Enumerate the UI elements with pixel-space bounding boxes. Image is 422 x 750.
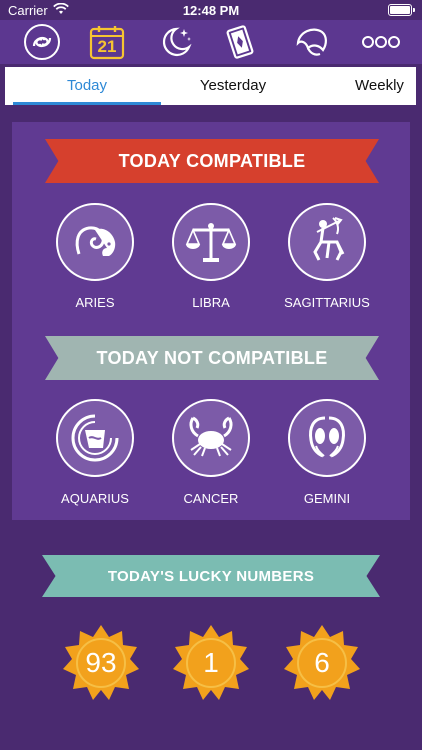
lucky-numbers-ribbon: TODAY'S LUCKY NUMBERS [42, 555, 380, 597]
sign-label: GEMINI [303, 491, 351, 506]
sign-gemini[interactable]: GEMINI [287, 399, 367, 506]
libra-icon [172, 203, 250, 281]
calendar-day: 21 [97, 37, 117, 56]
compatible-ribbon: TODAY COMPATIBLE [45, 139, 379, 183]
compatible-title: TODAY COMPATIBLE [118, 150, 306, 171]
more-button[interactable] [360, 22, 402, 62]
lucky-number-badge: 6 [282, 623, 362, 703]
tab-today[interactable]: Today [13, 67, 161, 105]
sign-aries[interactable]: ARIES [55, 203, 135, 310]
not-compatible-title: TODAY NOT COMPATIBLE [96, 347, 328, 368]
more-icon [361, 35, 401, 49]
sign-cancer[interactable]: CANCER [171, 399, 251, 506]
tarot-card-icon [221, 23, 259, 61]
moon-button[interactable] [156, 22, 198, 62]
sign-label: CANCER [183, 491, 239, 506]
pisces-button[interactable] [21, 22, 63, 62]
sagittarius-icon [288, 203, 366, 281]
lucky-number-badge: 1 [171, 623, 251, 703]
battery-icon [388, 4, 415, 16]
pisces-icon [23, 23, 61, 61]
tab-bar: Today Yesterday Weekly [5, 67, 416, 105]
active-tab-indicator [13, 102, 161, 105]
lucky-number: 6 [314, 647, 330, 678]
compatibility-card: TODAY COMPATIBLE ARIES LIBRA SAGITTARIUS… [12, 122, 410, 520]
fortune-cookie-icon [293, 23, 331, 61]
calendar-icon: 21 [89, 24, 125, 60]
aries-icon [56, 203, 134, 281]
aquarius-icon [56, 399, 134, 477]
sign-sagittarius[interactable]: SAGITTARIUS [284, 203, 370, 310]
moon-stars-icon [158, 23, 196, 61]
lucky-numbers-title: TODAY'S LUCKY NUMBERS [107, 567, 315, 585]
cancer-icon [172, 399, 250, 477]
lucky-number: 1 [203, 647, 219, 678]
sign-aquarius[interactable]: AQUARIUS [55, 399, 135, 506]
sign-label: LIBRA [192, 295, 230, 310]
status-time: 12:48 PM [182, 3, 240, 18]
fortune-cookie-button[interactable] [291, 22, 333, 62]
top-toolbar: 21 [0, 20, 422, 64]
not-compatible-ribbon: TODAY NOT COMPATIBLE [45, 336, 379, 380]
sign-label: ARIES [75, 295, 115, 310]
tab-weekly[interactable]: Weekly [355, 67, 416, 105]
tab-yesterday[interactable]: Yesterday [161, 67, 305, 105]
sign-libra[interactable]: LIBRA [171, 203, 251, 310]
tarot-button[interactable] [219, 22, 261, 62]
gemini-icon [288, 399, 366, 477]
lucky-number: 93 [85, 647, 117, 678]
status-bar: Carrier 12:48 PM [0, 0, 422, 20]
sign-label: SAGITTARIUS [284, 295, 370, 310]
lucky-number-badge: 93 [61, 623, 141, 703]
sign-label: AQUARIUS [61, 491, 129, 506]
calendar-button[interactable]: 21 [86, 22, 128, 62]
